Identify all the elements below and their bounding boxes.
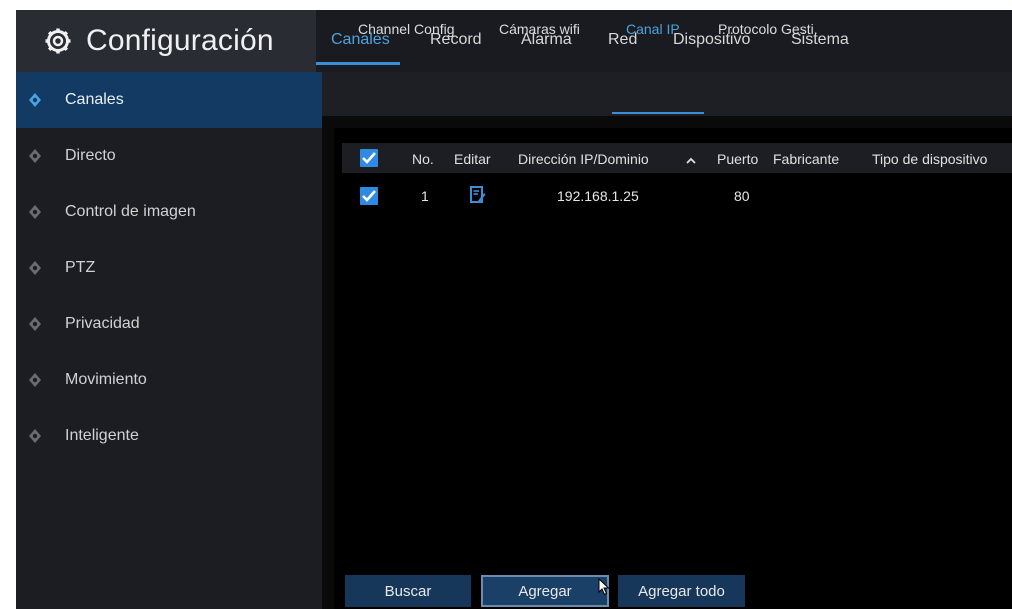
pin-icon bbox=[29, 429, 41, 443]
checkmark-icon bbox=[362, 190, 376, 202]
content-area bbox=[334, 128, 1012, 609]
header-brand: Configuración bbox=[16, 10, 316, 72]
pin-icon bbox=[29, 261, 41, 275]
sidebar-item-canales[interactable]: Canales bbox=[16, 72, 322, 128]
select-all-checkbox[interactable] bbox=[360, 149, 378, 167]
pin-icon bbox=[29, 373, 41, 387]
sidebar-item-label: Privacidad bbox=[65, 315, 140, 332]
column-header-editar[interactable]: Editar bbox=[454, 151, 491, 167]
sidebar-item-label: Canales bbox=[65, 91, 124, 108]
edit-icon[interactable] bbox=[470, 186, 486, 205]
column-header-puerto[interactable]: Puerto bbox=[717, 151, 758, 167]
sidebar-item-label: Inteligente bbox=[65, 427, 139, 444]
column-header-tipo-dispositivo[interactable]: Tipo de dispositivo bbox=[872, 151, 987, 167]
subtab-protocolo-gesti[interactable]: Protocolo Gesti. bbox=[718, 21, 818, 37]
column-header-fabricante[interactable]: Fabricante bbox=[773, 151, 839, 167]
sidebar-item-label: Control de imagen bbox=[65, 203, 196, 220]
sidebar-item-control-de-imagen[interactable]: Control de imagen bbox=[16, 184, 322, 240]
pin-icon bbox=[29, 317, 41, 331]
settings-gear-icon bbox=[45, 28, 71, 54]
pin-icon bbox=[29, 205, 41, 219]
subtab-camaras-wifi[interactable]: Cámaras wifi bbox=[499, 21, 580, 37]
add-all-button[interactable]: Agregar todo bbox=[618, 575, 745, 607]
app-title: Configuración bbox=[86, 24, 274, 57]
sidebar: Canales Directo Control de imagen PTZ Pr… bbox=[16, 72, 322, 609]
subtab-canal-ip[interactable]: Canal IP bbox=[626, 21, 680, 37]
column-header-no[interactable]: No. bbox=[412, 151, 434, 167]
active-tab-indicator bbox=[316, 62, 400, 65]
sidebar-item-privacidad[interactable]: Privacidad bbox=[16, 296, 322, 352]
sidebar-item-directo[interactable]: Directo bbox=[16, 128, 322, 184]
checkmark-icon bbox=[362, 152, 376, 164]
sidebar-item-ptz[interactable]: PTZ bbox=[16, 240, 322, 296]
add-button[interactable]: Agregar bbox=[481, 575, 609, 607]
sidebar-item-label: PTZ bbox=[65, 259, 96, 276]
subtab-channel-config[interactable]: Channel Config bbox=[358, 21, 455, 37]
dvr-config-screen: Configuración Canales Record Alarma Red … bbox=[16, 10, 1012, 609]
cell-ip-address: 192.168.1.25 bbox=[557, 188, 639, 204]
pin-icon bbox=[29, 93, 41, 107]
sub-tab-bar bbox=[322, 72, 1012, 116]
sidebar-item-movimiento[interactable]: Movimiento bbox=[16, 352, 322, 408]
sort-ascending-icon[interactable] bbox=[686, 157, 696, 164]
cell-port: 80 bbox=[734, 188, 750, 204]
pin-icon bbox=[29, 149, 41, 163]
top-tab-bar bbox=[316, 10, 1012, 72]
search-button[interactable]: Buscar bbox=[345, 575, 471, 607]
mouse-cursor-icon bbox=[598, 578, 610, 596]
row-checkbox[interactable] bbox=[360, 187, 378, 205]
active-subtab-indicator bbox=[612, 112, 704, 114]
sidebar-item-inteligente[interactable]: Inteligente bbox=[16, 408, 322, 464]
cell-no: 1 bbox=[421, 188, 429, 204]
sidebar-item-label: Directo bbox=[65, 147, 116, 164]
column-header-ip[interactable]: Dirección IP/Dominio bbox=[518, 151, 649, 167]
sidebar-item-label: Movimiento bbox=[65, 371, 147, 388]
